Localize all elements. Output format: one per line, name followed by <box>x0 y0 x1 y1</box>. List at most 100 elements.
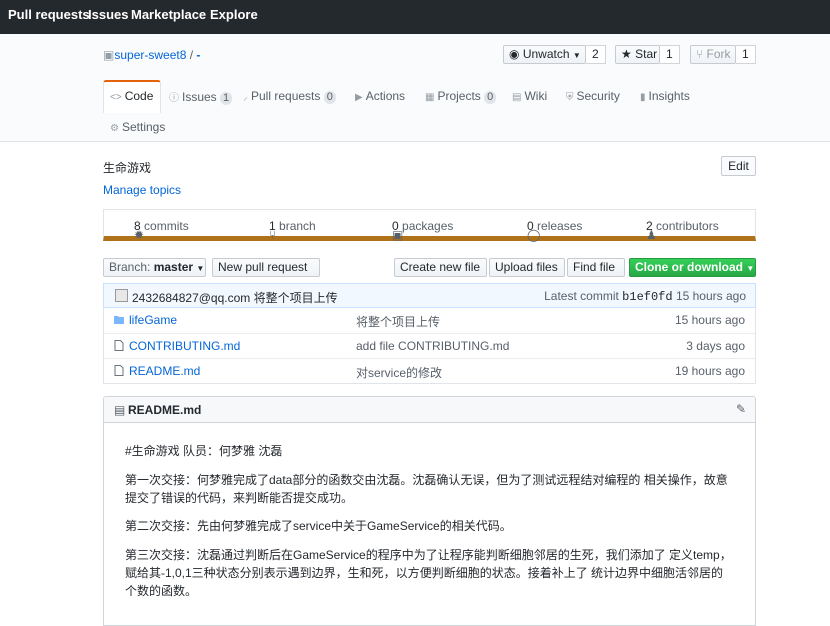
tab-insights[interactable]: ▮ Insights <box>640 89 690 103</box>
gear-icon: ⚙ <box>110 123 119 134</box>
tab-projects-label: Projects <box>437 89 481 103</box>
table-row[interactable]: README.md 对service的修改 19 hours ago <box>104 358 755 383</box>
branch-label: branch <box>279 219 316 233</box>
breadcrumb-separator: / <box>186 48 197 62</box>
contributors-label: contributors <box>656 219 719 233</box>
tab-settings-label: Settings <box>121 120 166 134</box>
graph-icon: ▮ <box>640 92 646 103</box>
pulls-counter: 0 <box>323 91 336 104</box>
star-button[interactable]: ★ Star <box>615 45 660 64</box>
file-age: 3 days ago <box>686 339 745 353</box>
table-row[interactable]: CONTRIBUTING.md add file CONTRIBUTING.md… <box>104 333 755 358</box>
fork-icon: ⑂ <box>696 47 704 61</box>
repo-icon: ▣ <box>103 48 115 62</box>
tab-pull-requests[interactable]: ⸝ Pull requests 0 <box>243 89 336 104</box>
readme-header: ▤ README.md ✎ <box>103 396 756 423</box>
commit-sha[interactable]: b1ef0fd <box>622 290 672 304</box>
pencil-icon[interactable]: ✎ <box>736 402 746 416</box>
releases-label: releases <box>537 219 583 233</box>
readme-paragraph: 第二次交接：先由何梦雅完成了service中关于GameService的相关代码… <box>125 519 512 533</box>
commits-link[interactable]: ✹ 8 commits <box>134 219 189 242</box>
top-nav: Pull requests Issues Marketplace Explore <box>0 0 830 34</box>
file-name-link[interactable]: README.md <box>129 364 200 378</box>
tab-code[interactable]: <> Code <box>110 89 153 103</box>
edit-description-button[interactable]: Edit <box>721 156 756 176</box>
nav-marketplace[interactable]: Marketplace <box>131 7 206 22</box>
file-icon <box>114 340 124 351</box>
find-file-button[interactable]: Find file <box>567 258 625 277</box>
star-label: Star <box>635 47 658 61</box>
caret-down-icon: ▼ <box>746 264 755 273</box>
watch-count[interactable]: 2 <box>586 45 606 64</box>
book-icon: ▤ <box>512 92 522 103</box>
issue-opened-icon: ⓘ <box>169 93 179 104</box>
commit-age: 15 hours ago <box>675 289 746 303</box>
tab-settings[interactable]: ⚙ Settings <box>110 120 165 134</box>
tab-security[interactable]: ⛨ Security <box>566 89 620 103</box>
tab-wiki-label: Wiki <box>524 89 548 103</box>
create-new-file-button[interactable]: Create new file <box>394 258 487 277</box>
numbers-summary: ✹ 8 commits ⑂ 1 branch ▣ 0 packages ◯ 0 … <box>103 209 756 242</box>
tab-insights-label: Insights <box>648 89 690 103</box>
branch-prefix: Branch: <box>109 260 151 274</box>
file-commit-message[interactable]: 对service的修改 <box>356 364 442 381</box>
packages-link[interactable]: ▣ 0 packages <box>392 219 453 242</box>
commit-summary: 2432684827@qq.com 将整个项目上传 <box>132 289 338 306</box>
latest-commit-bar: 2432684827@qq.com 将整个项目上传 Latest commit … <box>103 283 756 308</box>
tab-projects[interactable]: ▦ Projects 0 <box>425 89 497 104</box>
releases-link[interactable]: ◯ 0 releases <box>527 219 583 242</box>
new-pull-request-button[interactable]: New pull request <box>212 258 320 277</box>
history-icon: ✹ <box>134 228 145 242</box>
commit-author[interactable]: 2432684827@qq.com <box>132 291 250 305</box>
caret-down-icon: ▼ <box>196 264 205 273</box>
fork-count[interactable]: 1 <box>736 45 756 64</box>
tab-actions-label: Actions <box>365 89 406 103</box>
tab-actions[interactable]: ▶ Actions <box>355 89 405 103</box>
nav-issues[interactable]: Issues <box>88 7 128 22</box>
star-count[interactable]: 1 <box>660 45 680 64</box>
tab-issues[interactable]: ⓘ Issues 1 <box>169 89 233 105</box>
tab-wiki[interactable]: ▤ Wiki <box>512 89 547 103</box>
latest-commit-label: Latest commit <box>544 289 619 303</box>
manage-topics-link[interactable]: Manage topics <box>103 183 181 197</box>
file-name-link[interactable]: lifeGame <box>129 313 177 327</box>
branches-link[interactable]: ⑂ 1 branch <box>269 219 316 242</box>
repo-name-link[interactable]: - <box>196 48 200 62</box>
clone-or-download-button[interactable]: Clone or download ▼ <box>629 258 756 277</box>
readme-title: README.md <box>128 403 202 417</box>
play-icon: ▶ <box>355 92 363 103</box>
star-icon: ★ <box>621 47 632 61</box>
readme-content: #生命游戏 队员：何梦雅 沈磊 第一次交接：何梦雅完成了data部分的函数交由沈… <box>103 422 756 626</box>
book-icon: ▤ <box>114 403 126 417</box>
tab-security-label: Security <box>576 89 620 103</box>
commit-message[interactable]: 将整个项目上传 <box>254 291 338 305</box>
file-name-link[interactable]: CONTRIBUTING.md <box>129 339 240 353</box>
unwatch-button[interactable]: ◉ Unwatch ▼ <box>503 45 586 64</box>
branch-icon: ⑂ <box>269 228 277 242</box>
file-age: 15 hours ago <box>674 313 745 327</box>
breadcrumb: ▣super-sweet8 / - <box>103 48 200 62</box>
upload-files-button[interactable]: Upload files <box>489 258 565 277</box>
shield-icon: ⛨ <box>566 92 574 103</box>
code-icon: <> <box>110 92 122 103</box>
unwatch-label: Unwatch <box>522 47 570 61</box>
readme-heading: #生命游戏 队员：何梦雅 沈磊 <box>125 444 283 458</box>
table-row[interactable]: lifeGame 将整个项目上传 15 hours ago <box>104 308 755 333</box>
nav-pull-requests[interactable]: Pull requests <box>8 7 90 22</box>
fork-button[interactable]: ⑂ Fork <box>690 45 736 64</box>
eye-icon: ◉ <box>509 47 520 61</box>
tab-pull-requests-label: Pull requests <box>251 89 321 103</box>
avatar[interactable] <box>115 289 128 302</box>
readme-paragraph: 第一次交接：何梦雅完成了data部分的函数交由沈磊。沈磊确认无误，但为了测试远程… <box>125 473 728 505</box>
caret-down-icon: ▼ <box>572 51 581 60</box>
tab-issues-label: Issues <box>182 90 217 104</box>
nav-explore[interactable]: Explore <box>210 7 258 22</box>
git-pull-request-icon: ⸝ <box>243 92 248 103</box>
fork-label: Fork <box>706 47 731 61</box>
contributors-link[interactable]: ♟ 2 contributors <box>646 219 719 242</box>
repo-owner-link[interactable]: super-sweet8 <box>114 48 186 62</box>
clone-label: Clone or download <box>635 260 743 274</box>
branch-select-button[interactable]: Branch: master ▼ <box>103 258 206 277</box>
file-commit-message[interactable]: add file CONTRIBUTING.md <box>356 339 509 353</box>
file-commit-message[interactable]: 将整个项目上传 <box>356 313 440 330</box>
